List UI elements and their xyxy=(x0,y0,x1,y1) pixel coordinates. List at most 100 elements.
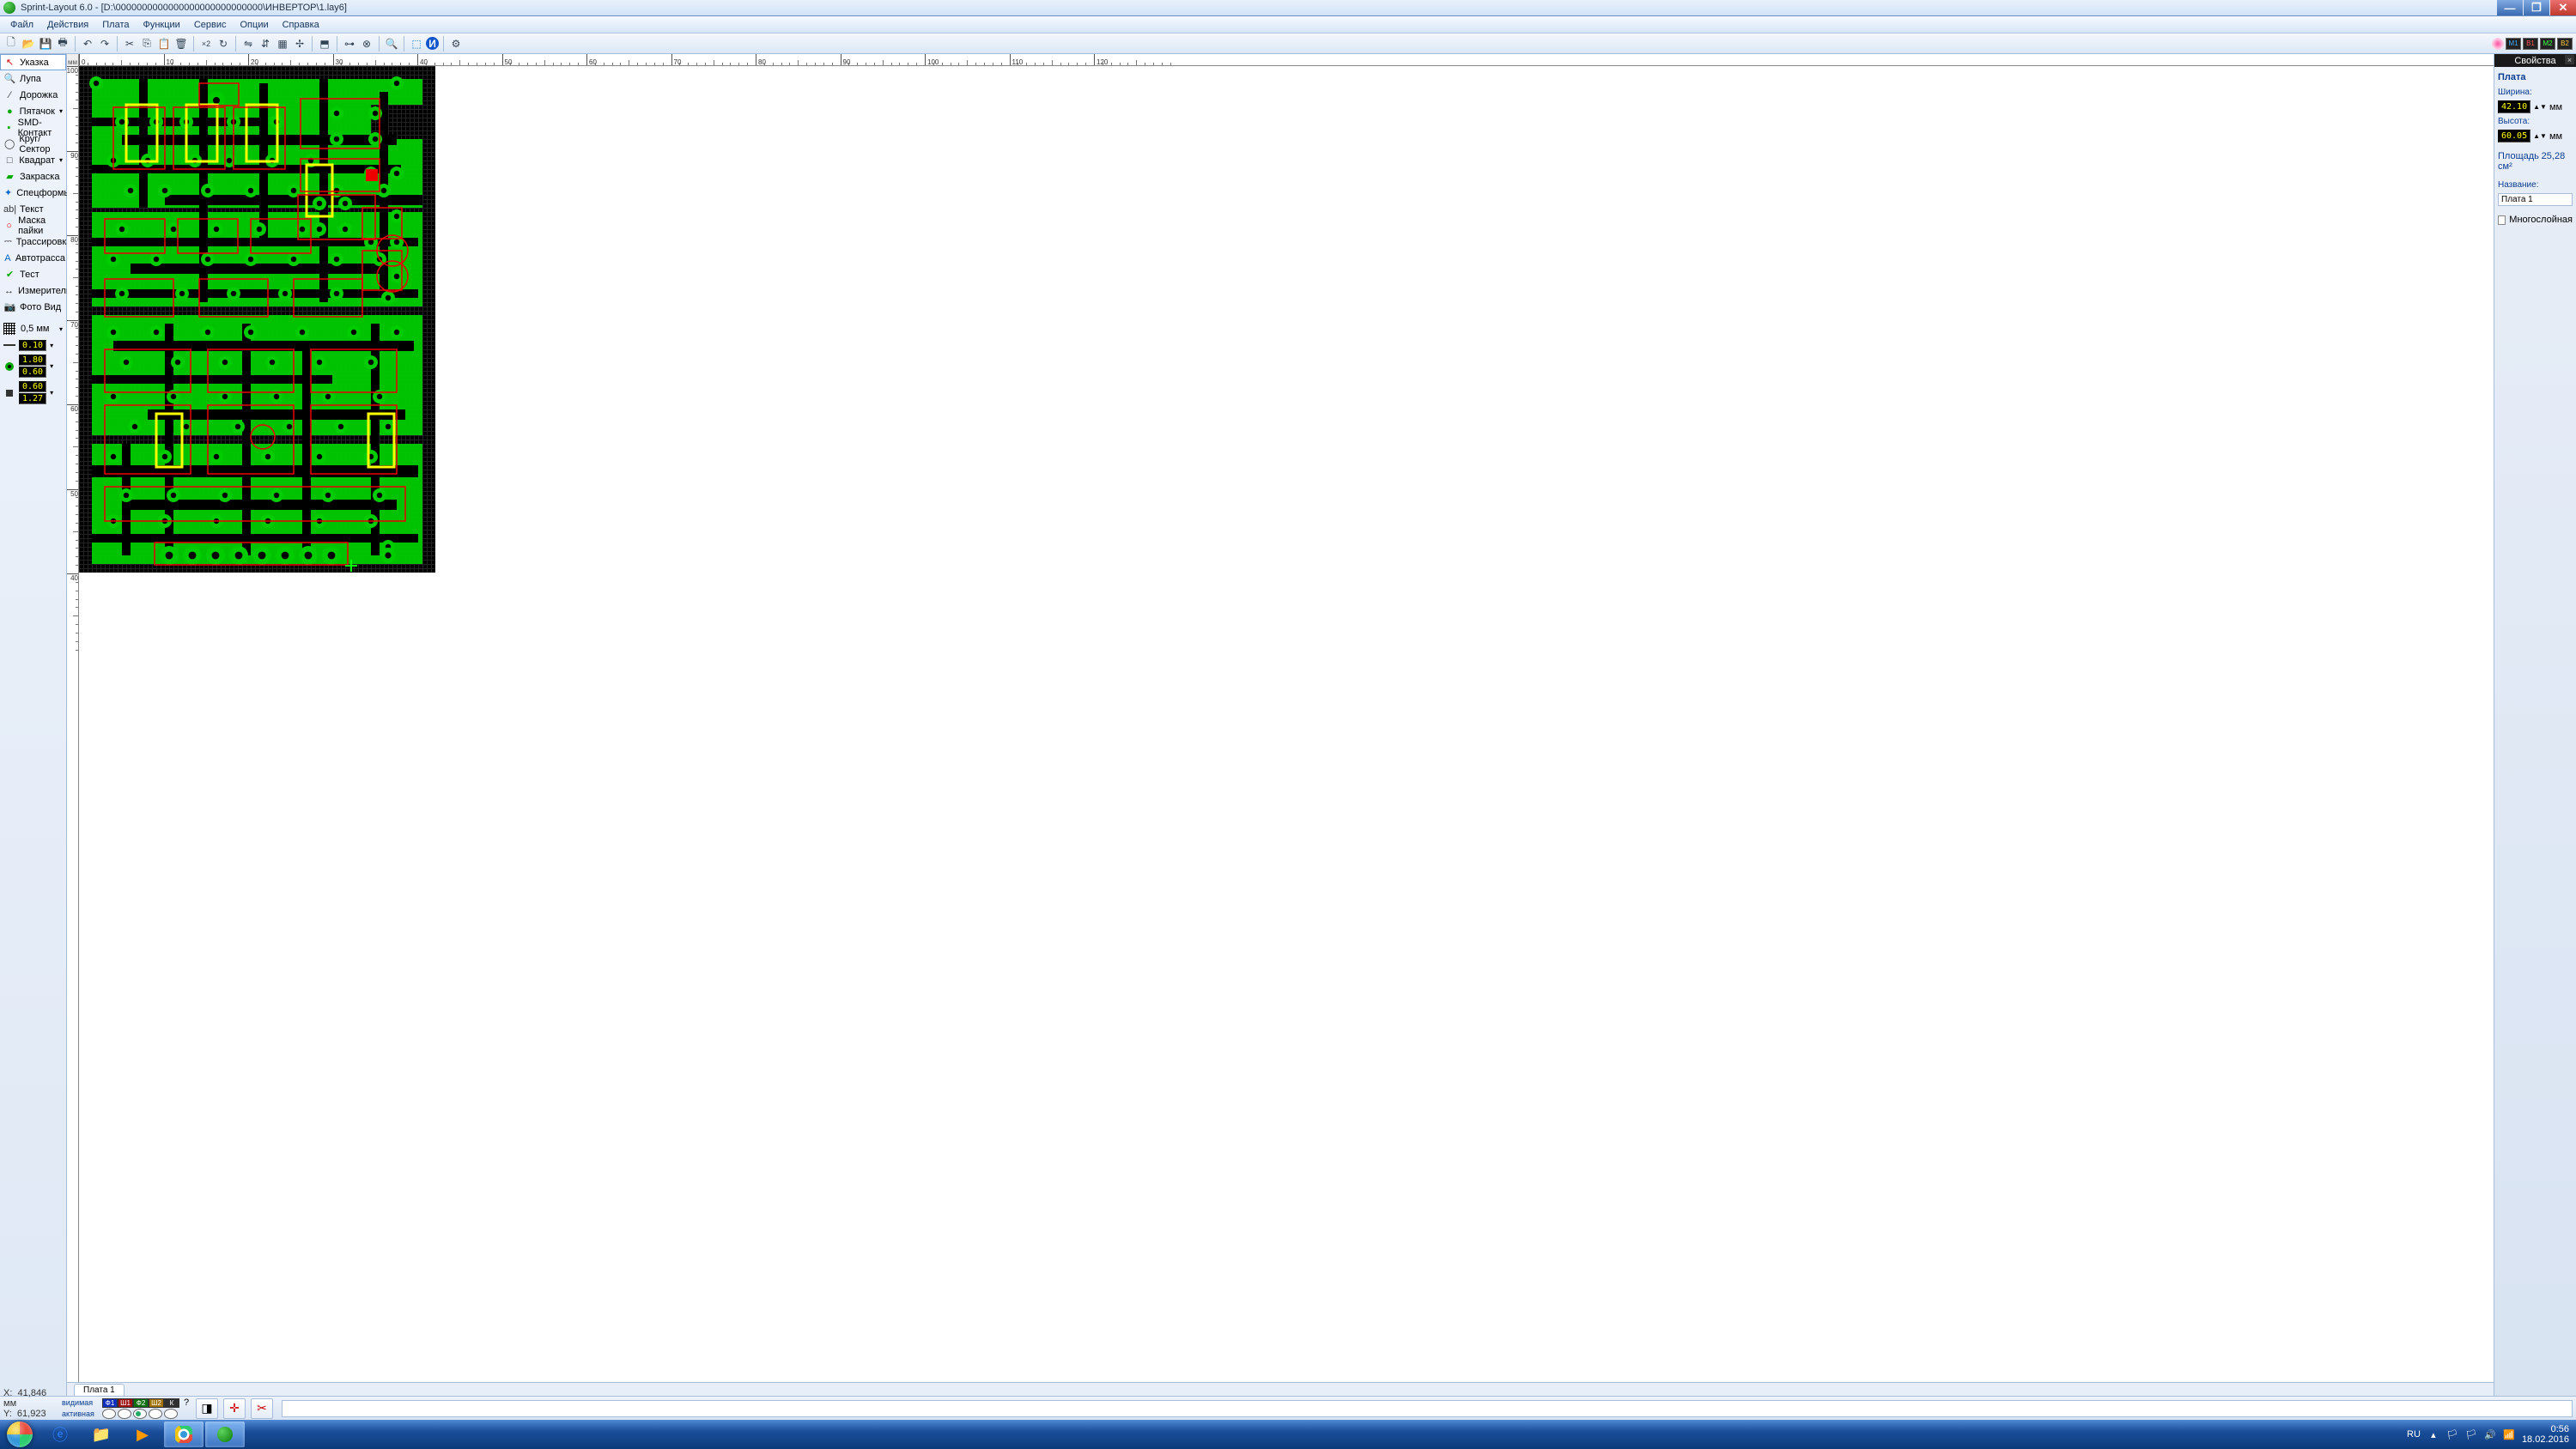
tool-закраска[interactable]: ▰Закраска xyxy=(0,168,66,185)
multilayer-checkbox[interactable] xyxy=(2498,215,2506,225)
layer-visible-Ф1[interactable]: Ф1 xyxy=(102,1398,118,1408)
layer-active-К[interactable] xyxy=(164,1409,178,1419)
cut-icon[interactable]: ✂ xyxy=(122,36,137,52)
track-width[interactable]: 0.10▾ xyxy=(0,337,66,353)
tool-круг/сектор[interactable]: ◯Круг/Сектор xyxy=(0,136,66,152)
tool-автотрасса[interactable]: AАвтотрасса xyxy=(0,250,66,266)
start-button[interactable] xyxy=(0,1420,39,1449)
ruler-vertical: 100908070605040 xyxy=(67,66,79,1382)
layer-active-Ф1[interactable] xyxy=(102,1409,116,1419)
open-icon[interactable]: 📂 xyxy=(21,36,36,52)
crosshair-button[interactable]: ✛ xyxy=(223,1398,246,1419)
tool-квадрат[interactable]: □Квадрат▾ xyxy=(0,152,66,168)
layer-b1-button[interactable]: B1 xyxy=(2523,38,2538,50)
ruler-unit-label: мм xyxy=(67,54,79,66)
canvas-area: мм 0102030405060708090100110120 10090807… xyxy=(67,54,2494,1396)
tool-спецформы[interactable]: ✦Спецформы xyxy=(0,185,66,201)
properties-close-icon[interactable]: × xyxy=(2565,55,2574,64)
mirror-v-icon[interactable]: ⇵ xyxy=(258,36,273,52)
layer-m1-button[interactable]: M1 xyxy=(2506,38,2521,50)
undo-icon[interactable]: ↶ xyxy=(80,36,95,52)
zoom-icon[interactable]: 🔍 xyxy=(384,36,399,52)
minimize-button[interactable]: — xyxy=(2497,0,2523,15)
track-width-icon xyxy=(3,339,15,351)
maximize-button[interactable]: ❐ xyxy=(2524,0,2549,15)
name-input[interactable]: Плата 1 xyxy=(2498,193,2573,206)
menu-плата[interactable]: Плата xyxy=(95,18,136,32)
height-value[interactable]: 60.05 xyxy=(2498,130,2530,142)
menu-функции[interactable]: Функции xyxy=(136,18,186,32)
layer-visible-К[interactable]: К xyxy=(164,1398,179,1408)
tray-show-hidden-icon[interactable]: ▴ xyxy=(2427,1428,2439,1440)
tool-label: Спецформы xyxy=(16,188,70,198)
copy-icon[interactable]: ⎘ xyxy=(139,36,155,52)
layer-visible-Ш2[interactable]: Ш2 xyxy=(149,1398,164,1408)
tool-label: Маска пайки xyxy=(18,215,65,236)
pad-size[interactable]: 1.800.60▾ xyxy=(0,353,66,379)
menu-справка[interactable]: Справка xyxy=(276,18,326,32)
taskbar-sprint-icon[interactable] xyxy=(205,1422,245,1447)
tray-clock[interactable]: 0:56 18.02.2016 xyxy=(2522,1424,2569,1445)
duplicate-icon[interactable]: ×2 xyxy=(198,36,214,52)
tray-flag-icon[interactable]: 🏳 xyxy=(2446,1428,2458,1440)
connections-icon[interactable]: ⊶ xyxy=(342,36,357,52)
pcb-board[interactable] xyxy=(79,66,435,573)
layer-m2-button[interactable]: M2 xyxy=(2540,38,2555,50)
settings-icon[interactable]: ⚙ xyxy=(448,36,464,52)
taskbar-ie-icon[interactable]: ⓔ xyxy=(40,1422,80,1447)
info-icon[interactable]: И xyxy=(426,37,439,50)
menu-опции[interactable]: Опции xyxy=(234,18,276,32)
new-icon[interactable]: 🗋 xyxy=(3,36,19,52)
layer-visible-Ш1[interactable]: Ш1 xyxy=(118,1398,133,1408)
tray-volume-icon[interactable]: 🔊 xyxy=(2484,1428,2496,1440)
tool-label: Квадрат xyxy=(19,155,55,166)
tool-фото вид[interactable]: 📷Фото Вид xyxy=(0,299,66,315)
tray-network-icon[interactable]: 📶 xyxy=(2503,1428,2515,1440)
paste-icon[interactable]: 📋 xyxy=(156,36,172,52)
layer-active-Ш1[interactable] xyxy=(118,1409,131,1419)
tool-трассировка[interactable]: ⎓Трассировка xyxy=(0,233,66,250)
drc-button[interactable]: ✂ xyxy=(251,1398,273,1419)
redo-icon[interactable]: ↷ xyxy=(97,36,112,52)
grid-setting[interactable]: 0,5 мм▾ xyxy=(0,320,66,337)
save-icon[interactable]: 💾 xyxy=(38,36,53,52)
width-value[interactable]: 42.10 xyxy=(2498,100,2530,113)
tool-указка[interactable]: ↖Указка xyxy=(0,54,66,70)
status-text-input[interactable] xyxy=(282,1400,2573,1417)
tray-action-icon[interactable]: 🏳 xyxy=(2465,1428,2477,1440)
pcb-canvas[interactable] xyxy=(79,66,2494,1382)
smd-size[interactable]: 0.601.27▾ xyxy=(0,379,66,406)
menu-сервис[interactable]: Сервис xyxy=(187,18,234,32)
menu-файл[interactable]: Файл xyxy=(3,18,40,32)
layer-active-Ф2[interactable] xyxy=(133,1409,147,1419)
app-logo-icon xyxy=(3,2,15,14)
tool-лупа[interactable]: 🔍Лупа xyxy=(0,70,66,87)
group-icon[interactable]: ⬒ xyxy=(317,36,332,52)
tool-маска пайки[interactable]: ○Маска пайки xyxy=(0,217,66,233)
layer-b2-button[interactable]: B2 xyxy=(2557,38,2573,50)
taskbar-media-icon[interactable]: ▶ xyxy=(123,1422,162,1447)
snap-icon[interactable]: ✢ xyxy=(292,36,307,52)
tool-измеритель[interactable]: ↔Измеритель xyxy=(0,282,66,299)
language-indicator[interactable]: RU xyxy=(2407,1429,2421,1440)
layer-visible-Ф2[interactable]: Ф2 xyxy=(133,1398,149,1408)
taskbar-explorer-icon[interactable]: 📁 xyxy=(82,1422,121,1447)
menu-действия[interactable]: Действия xyxy=(40,18,95,32)
titlebar: Sprint-Layout 6.0 - [D:\0000000000000000… xyxy=(0,0,2576,16)
delete-icon[interactable]: 🗑 xyxy=(173,36,189,52)
layer-active-Ш2[interactable] xyxy=(149,1409,162,1419)
transparency-button[interactable]: ◨ xyxy=(196,1398,218,1419)
taskbar-chrome-icon[interactable] xyxy=(164,1422,204,1447)
mirror-h-icon[interactable]: ⇋ xyxy=(240,36,256,52)
print-icon[interactable]: 🖶 xyxy=(55,36,70,52)
tool-дорожка[interactable]: ∕Дорожка xyxy=(0,87,66,103)
board-tab[interactable]: Плата 1 xyxy=(74,1384,125,1396)
tool-label: Пятачок xyxy=(20,106,55,117)
island-remove-icon[interactable]: ⊗ xyxy=(359,36,374,52)
align-icon[interactable]: ▦ xyxy=(275,36,290,52)
select-mode-icon[interactable]: ⬚ xyxy=(409,36,424,52)
record-macro-icon[interactable] xyxy=(2492,38,2504,50)
close-button[interactable]: ✕ xyxy=(2550,0,2576,15)
rotate-icon[interactable]: ↻ xyxy=(216,36,231,52)
tool-тест[interactable]: ✔Тест xyxy=(0,266,66,282)
